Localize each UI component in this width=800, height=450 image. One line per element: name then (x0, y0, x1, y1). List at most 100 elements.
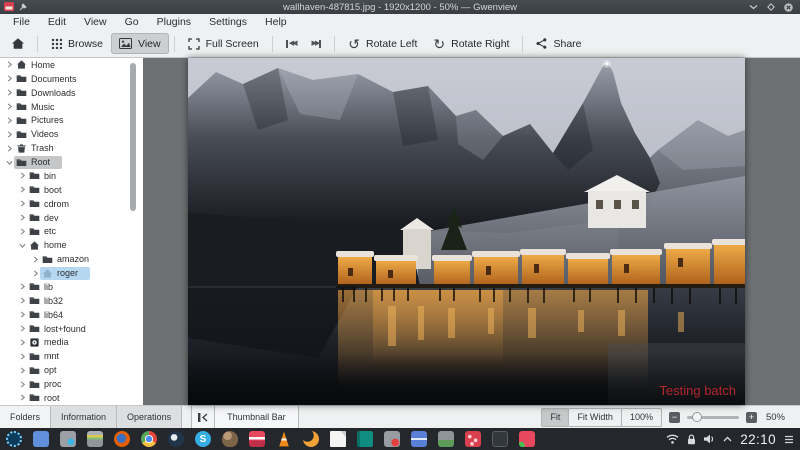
tree-item-lost+found[interactable]: lost+found (0, 322, 143, 336)
tree-item-boot[interactable]: boot (0, 183, 143, 197)
browse-button[interactable]: Browse (43, 33, 111, 54)
previous-button[interactable]: ◀◀ (278, 33, 304, 54)
chevron-right-icon[interactable] (17, 172, 27, 179)
menu-file[interactable]: File (4, 16, 39, 28)
chevron-right-icon[interactable] (17, 200, 27, 207)
chevron-right-icon[interactable] (4, 131, 14, 138)
fullscreen-button[interactable]: Full Screen (180, 33, 267, 54)
tree-item-Pictures[interactable]: Pictures (0, 114, 143, 128)
zoom-in-button[interactable]: + (746, 412, 757, 423)
lock-icon[interactable] (687, 434, 696, 445)
wifi-icon[interactable] (666, 434, 679, 444)
archive-icon[interactable] (87, 431, 103, 447)
tree-item-lib32[interactable]: lib32 (0, 294, 143, 308)
tree-item-mnt[interactable]: mnt (0, 349, 143, 363)
tree-item-Trash[interactable]: Trash (0, 141, 143, 155)
expand-tray-icon[interactable] (723, 436, 732, 442)
tree-item-Home[interactable]: Home (0, 58, 143, 72)
terminal-icon[interactable] (492, 431, 508, 447)
skype-icon[interactable]: S (195, 431, 211, 447)
gimp-icon[interactable] (222, 431, 238, 447)
menu-settings[interactable]: Settings (200, 16, 256, 28)
chevron-right-icon[interactable] (30, 256, 40, 263)
chevron-right-icon[interactable] (4, 145, 14, 152)
tab-thumbnail-bar[interactable]: Thumbnail Bar (215, 406, 299, 428)
menu-help[interactable]: Help (256, 16, 296, 28)
chevron-right-icon[interactable] (17, 367, 27, 374)
zoom-slider-handle[interactable] (692, 412, 702, 422)
writer-icon[interactable] (330, 431, 346, 447)
maximize-icon[interactable] (767, 3, 775, 11)
video-editor-icon[interactable] (519, 431, 535, 447)
rotate-left-button[interactable]: ↺ Rotate Left (340, 33, 425, 54)
chevron-right-icon[interactable] (17, 186, 27, 193)
blocked-icon[interactable] (384, 431, 400, 447)
zoom-fit-width-button[interactable]: Fit Width (568, 408, 622, 427)
files-icon[interactable] (60, 431, 76, 447)
tree-item-lib[interactable]: lib (0, 280, 143, 294)
tab-operations[interactable]: Operations (116, 406, 182, 428)
panel-menu-icon[interactable] (784, 435, 794, 444)
tree-item-dev[interactable]: dev (0, 211, 143, 225)
audio-icon[interactable] (411, 431, 427, 447)
chevron-down-icon[interactable] (4, 159, 14, 166)
firefox-icon[interactable] (114, 431, 130, 447)
tree-item-amazon[interactable]: amazon (0, 252, 143, 266)
zoom-fit-button[interactable]: Fit (541, 408, 569, 427)
chevron-right-icon[interactable] (17, 325, 27, 332)
chevron-right-icon[interactable] (30, 270, 40, 277)
chevron-right-icon[interactable] (17, 311, 27, 318)
tab-information[interactable]: Information (50, 406, 117, 428)
vlc-icon[interactable] (276, 431, 292, 447)
thumbnail-bar-toggle-button[interactable] (191, 406, 215, 428)
chevron-right-icon[interactable] (17, 297, 27, 304)
launcher-icon[interactable] (6, 431, 22, 447)
close-icon[interactable] (784, 3, 793, 12)
tree-item-Documents[interactable]: Documents (0, 72, 143, 86)
tree-scrollbar[interactable] (130, 63, 136, 211)
zoom-slider[interactable] (687, 416, 739, 419)
dictionary-icon[interactable] (357, 431, 373, 447)
chevron-right-icon[interactable] (4, 117, 14, 124)
chevron-right-icon[interactable] (17, 353, 27, 360)
tab-folders[interactable]: Folders (0, 406, 51, 428)
tree-item-Downloads[interactable]: Downloads (0, 86, 143, 100)
tree-item-Videos[interactable]: Videos (0, 127, 143, 141)
media-player-icon[interactable] (249, 431, 265, 447)
view-button[interactable]: View (111, 33, 169, 54)
tree-item-opt[interactable]: opt (0, 363, 143, 377)
clock[interactable]: 22:10 (740, 432, 776, 447)
zoom-out-button[interactable]: − (669, 412, 680, 423)
tree-item-bin[interactable]: bin (0, 169, 143, 183)
chevron-right-icon[interactable] (17, 214, 27, 221)
share-button[interactable]: Share (528, 33, 589, 54)
chevron-down-icon[interactable] (17, 242, 27, 249)
tree-item-cdrom[interactable]: cdrom (0, 197, 143, 211)
tree-item-etc[interactable]: etc (0, 225, 143, 239)
moon-icon[interactable] (303, 431, 319, 447)
chevron-right-icon[interactable] (17, 228, 27, 235)
menu-go[interactable]: Go (116, 16, 148, 28)
chevron-right-icon[interactable] (17, 394, 27, 401)
volume-icon[interactable] (704, 434, 715, 444)
titlebar[interactable]: wallhaven-487815.jpg - 1920x1200 - 50% —… (0, 0, 800, 14)
chevron-right-icon[interactable] (17, 283, 27, 290)
chrome-icon[interactable] (141, 431, 157, 447)
chevron-right-icon[interactable] (4, 103, 14, 110)
chevron-right-icon[interactable] (4, 75, 14, 82)
tree-item-roger[interactable]: roger (0, 266, 143, 280)
steam-icon[interactable] (168, 431, 184, 447)
tree-item-root[interactable]: root (0, 391, 143, 405)
tree-item-media[interactable]: media (0, 336, 143, 350)
chevron-right-icon[interactable] (17, 339, 27, 346)
tree-item-Music[interactable]: Music (0, 100, 143, 114)
tree-item-lib64[interactable]: lib64 (0, 308, 143, 322)
image-view-area[interactable]: Testing batch (143, 58, 800, 405)
chevron-right-icon[interactable] (4, 89, 14, 96)
home-button[interactable] (4, 33, 32, 54)
menu-view[interactable]: View (75, 16, 116, 28)
pattern-icon[interactable] (465, 431, 481, 447)
menu-edit[interactable]: Edit (39, 16, 75, 28)
desktop-icon[interactable] (33, 431, 49, 447)
pin-icon[interactable] (19, 0, 27, 16)
